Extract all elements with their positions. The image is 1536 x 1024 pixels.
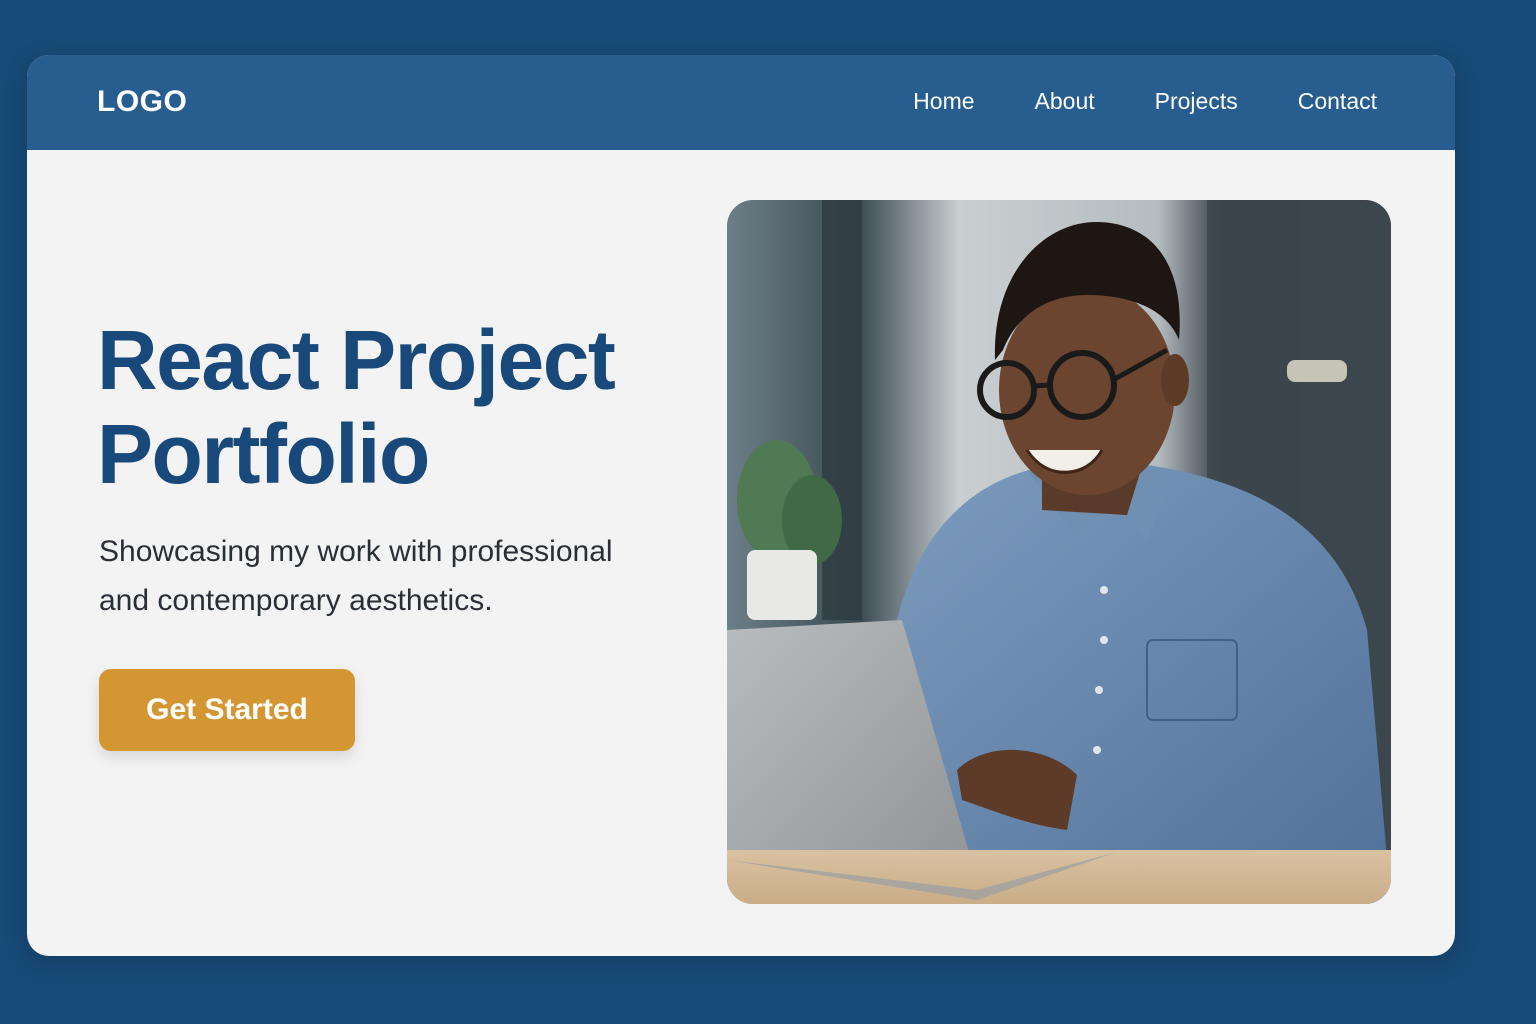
nav-link-home[interactable]: Home (913, 88, 974, 115)
hero-title-line2: Portfolio (97, 407, 430, 501)
nav-link-about[interactable]: About (1035, 88, 1095, 115)
nav-links: Home About Projects Contact (913, 88, 1377, 115)
hero-image-illustration (727, 200, 1391, 904)
nav-link-contact[interactable]: Contact (1298, 88, 1377, 115)
navbar: LOGO Home About Projects Contact (27, 55, 1455, 150)
hero-subtitle: Showcasing my work with professional and… (99, 527, 679, 625)
get-started-button[interactable]: Get Started (99, 669, 355, 751)
nav-link-projects[interactable]: Projects (1155, 88, 1238, 115)
hero-title: React Project Portfolio (97, 313, 717, 501)
hero-image (727, 200, 1391, 904)
hero-subtitle-line2: and contemporary aesthetics. (99, 584, 493, 617)
logo[interactable]: LOGO (97, 85, 187, 119)
page-frame: LOGO Home About Projects Contact React P… (27, 55, 1455, 956)
hero-subtitle-line1: Showcasing my work with professional (99, 535, 613, 568)
hero-title-line1: React Project (97, 313, 616, 407)
